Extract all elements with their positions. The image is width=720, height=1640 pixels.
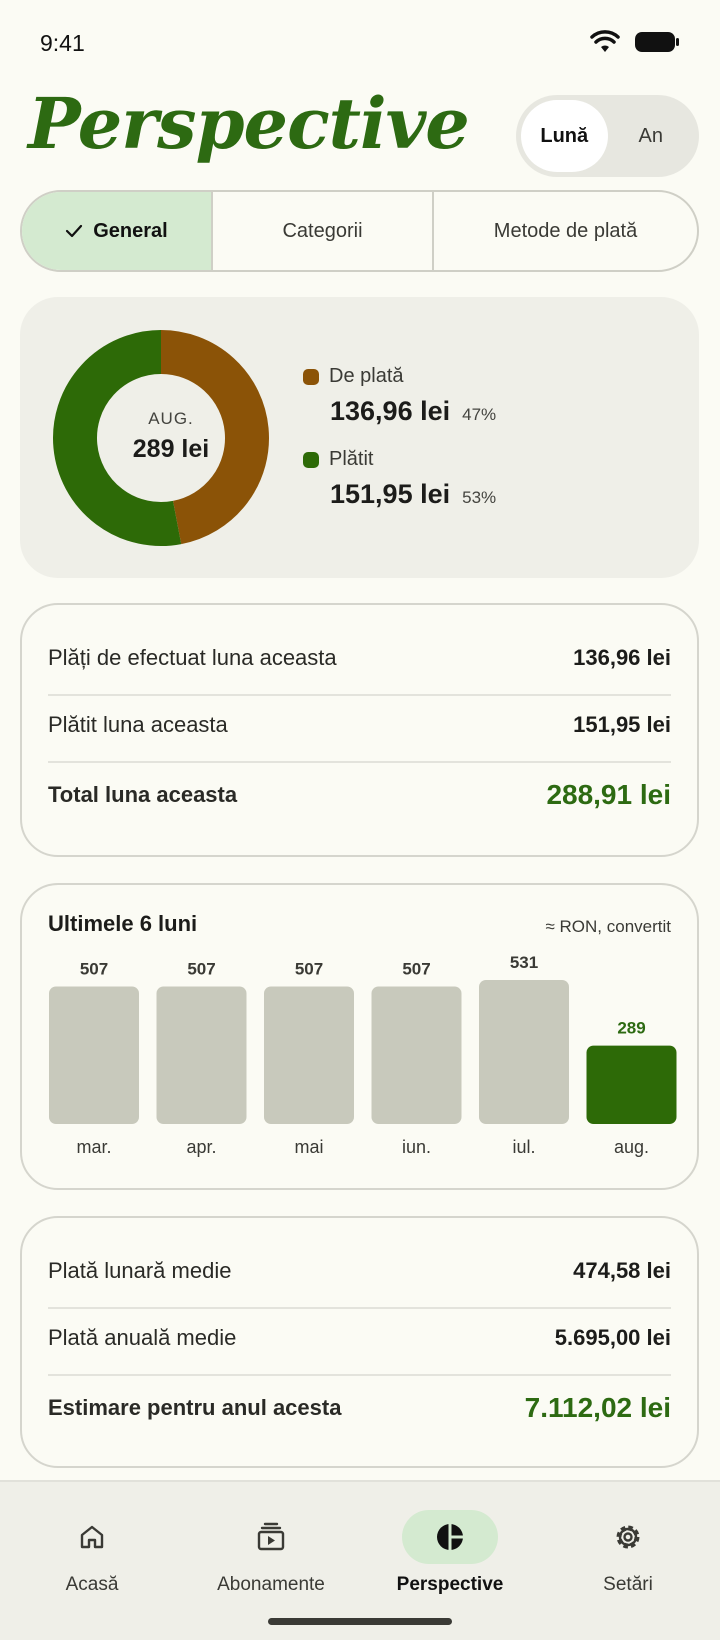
tab-general-label: General — [93, 219, 168, 242]
divider — [48, 1307, 671, 1309]
legend-label-paid: Plătit — [329, 448, 374, 470]
bar-value-label: 507 — [80, 960, 108, 979]
bottom-nav: Acasă Abonamente Perspective Setări — [0, 1480, 720, 1640]
month-row-due-label: Plăți de efectuat luna aceasta — [48, 645, 337, 670]
legend-item-due: De plată 136,96 lei 47% — [303, 365, 496, 427]
bar-mai — [264, 986, 354, 1124]
bar-aug — [586, 1045, 677, 1124]
tab-general[interactable]: General — [22, 192, 213, 270]
bar-mar — [49, 986, 139, 1124]
bar-iul — [479, 980, 569, 1124]
tab-categories[interactable]: Categorii — [213, 192, 434, 270]
month-row-total-label: Total luna aceasta — [48, 782, 238, 807]
home-icon — [80, 1525, 104, 1549]
legend-amount-due: 136,96 lei — [330, 396, 451, 426]
month-row-total: Total luna aceasta 288,91 lei — [48, 779, 671, 811]
month-totals-card: Plăți de efectuat luna aceasta 136,96 le… — [20, 603, 699, 857]
status-bar: 9:41 — [0, 0, 720, 88]
averages-card: Plată lunară medie 474,58 lei Plată anua… — [20, 1216, 699, 1468]
bar-value-label: 289 — [617, 1019, 645, 1038]
status-time: 9:41 — [40, 30, 85, 56]
bar-value-label: 507 — [295, 960, 323, 979]
donut-month: AUG. — [148, 409, 194, 428]
nav-pill — [44, 1510, 140, 1564]
bar-category-label: aug. — [614, 1137, 649, 1157]
bar-category-label: iul. — [512, 1137, 535, 1157]
month-row-paid-label: Plătit luna aceasta — [48, 712, 228, 737]
bar-category-label: mar. — [76, 1137, 111, 1157]
legend-item-paid: Plătit 151,95 lei 53% — [303, 448, 496, 510]
battery-icon — [635, 32, 679, 52]
nav-label-insights: Perspective — [396, 1574, 504, 1595]
nav-item-settings[interactable]: Setări — [548, 1510, 708, 1596]
legend-pct-due: 47% — [462, 405, 497, 424]
avg-row-monthly: Plată lunară medie 474,58 lei — [48, 1258, 671, 1284]
nav-item-insights[interactable]: Perspective — [370, 1510, 530, 1596]
nav-label-home: Acasă — [65, 1574, 119, 1595]
tab-categories-label: Categorii — [282, 219, 363, 242]
bar-value-label: 507 — [187, 960, 215, 979]
pie-chart-icon — [437, 1524, 463, 1550]
nav-pill — [580, 1510, 676, 1564]
nav-item-home[interactable]: Acasă — [12, 1510, 172, 1596]
bar-iun — [371, 986, 462, 1124]
month-row-due: Plăți de efectuat luna aceasta 136,96 le… — [48, 645, 671, 671]
month-row-due-value: 136,96 lei — [573, 645, 671, 670]
nav-label-subscriptions: Abonamente — [217, 1574, 325, 1595]
view-tabs: General Categorii Metode de plată — [20, 190, 699, 272]
divider — [48, 761, 671, 763]
tab-payment-methods[interactable]: Metode de plată — [434, 192, 697, 270]
bar-category-label: mai — [294, 1137, 323, 1157]
donut-total: 289 lei — [132, 435, 210, 463]
nav-label-settings: Setări — [603, 1574, 653, 1595]
legend-pct-paid: 53% — [462, 488, 497, 507]
legend-dot-due — [303, 368, 319, 385]
bar-chart: 507 mar. 507 apr. 507 mai 507 iun. 531 iul. 289 aug… — [49, 953, 677, 1157]
period-option-month[interactable]: Lună — [521, 100, 608, 172]
avg-row-monthly-label: Plată lunară medie — [48, 1258, 232, 1283]
legend-amount-paid: 151,95 lei — [330, 479, 451, 509]
month-row-total-value: 288,91 lei — [546, 779, 671, 810]
nav-item-subscriptions[interactable]: Abonamente — [191, 1510, 351, 1596]
status-icons — [590, 30, 680, 54]
avg-row-estimate: Estimare pentru anul acesta 7.112,02 lei — [48, 1392, 671, 1424]
period-option-year[interactable]: An — [608, 100, 695, 172]
avg-row-estimate-value: 7.112,02 lei — [524, 1392, 671, 1423]
divider — [48, 1374, 671, 1376]
legend-label-due: De plată — [329, 365, 404, 387]
nav-pill — [402, 1510, 498, 1564]
nav-pill — [223, 1510, 319, 1564]
bar-category-label: iun. — [402, 1137, 431, 1157]
period-toggle[interactable]: Lună An — [516, 95, 699, 177]
subscriptions-icon — [257, 1522, 285, 1551]
bar-value-label: 507 — [402, 960, 430, 979]
donut-center: AUG. 289 lei — [100, 409, 242, 464]
gear-icon — [616, 1525, 640, 1549]
history-chart-card: Ultimele 6 luni ≈ RON, convertit 507 mar.… — [20, 883, 699, 1190]
home-indicator — [268, 1618, 452, 1625]
wifi-icon — [590, 30, 620, 52]
avg-row-monthly-value: 474,58 lei — [573, 1258, 671, 1283]
bar-value-label: 531 — [510, 953, 538, 972]
legend-dot-paid — [303, 451, 319, 468]
divider — [48, 694, 671, 696]
app-title: Perspective — [28, 82, 470, 165]
avg-row-yearly: Plată anuală medie 5.695,00 lei — [48, 1325, 671, 1351]
month-row-paid: Plătit luna aceasta 151,95 lei — [48, 712, 671, 738]
avg-row-estimate-label: Estimare pentru anul acesta — [48, 1395, 342, 1420]
avg-row-yearly-label: Plată anuală medie — [48, 1325, 237, 1350]
avg-row-yearly-value: 5.695,00 lei — [554, 1325, 671, 1350]
bar-apr — [156, 986, 247, 1124]
check-icon — [66, 224, 83, 238]
bar-category-label: apr. — [186, 1137, 216, 1157]
summary-card: AUG. 289 lei De plată 136,96 lei 47% Plă… — [20, 297, 699, 578]
tab-payment-methods-label: Metode de plată — [493, 219, 638, 242]
month-row-paid-value: 151,95 lei — [573, 712, 671, 737]
